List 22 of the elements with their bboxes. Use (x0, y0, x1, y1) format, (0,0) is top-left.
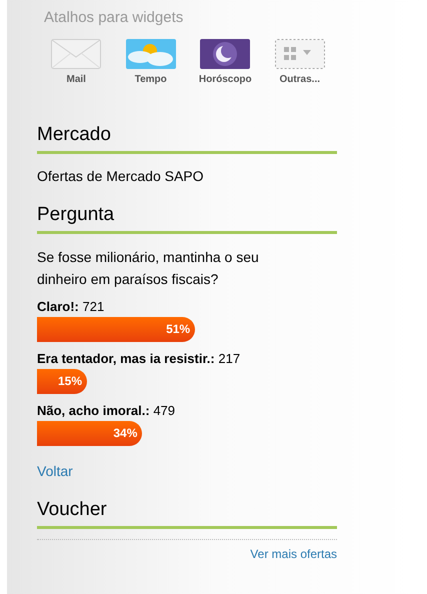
widgets-title: Atalhos para widgets (44, 8, 184, 28)
poll-option: Não, acho imoral.: 479 (37, 402, 337, 418)
percent-label: 34% (113, 425, 138, 442)
section-title: Mercado (37, 122, 112, 146)
market-text: Ofertas de Mercado SAPO (37, 166, 205, 186)
more-offers-link[interactable]: Ver mais ofertas (250, 546, 337, 560)
back-link[interactable]: Voltar (37, 460, 337, 482)
sun-cloud-icon[interactable] (126, 38, 176, 68)
widget-label[interactable]: Mail (66, 72, 86, 86)
section-title: Voucher (37, 498, 108, 522)
widget-label[interactable]: Horóscopo (198, 72, 252, 86)
percent-label: 51% (166, 321, 190, 338)
percent-label: 15% (58, 373, 82, 390)
widget-label[interactable]: Tempo (134, 72, 167, 86)
grid-icon[interactable] (274, 38, 325, 68)
moon-icon[interactable] (200, 38, 250, 68)
widget-label[interactable]: Outras... (279, 72, 320, 86)
poll-option: Era tentador, mas ia resistir.: 217 (37, 350, 337, 366)
poll-question: Se fosse milionário, mantinha o seu dinheiro em paraísos fiscais? (37, 248, 260, 289)
section-title: Pergunta (37, 202, 116, 226)
envelope-icon[interactable] (51, 38, 102, 68)
poll-option: Claro!: 721 (37, 298, 337, 314)
